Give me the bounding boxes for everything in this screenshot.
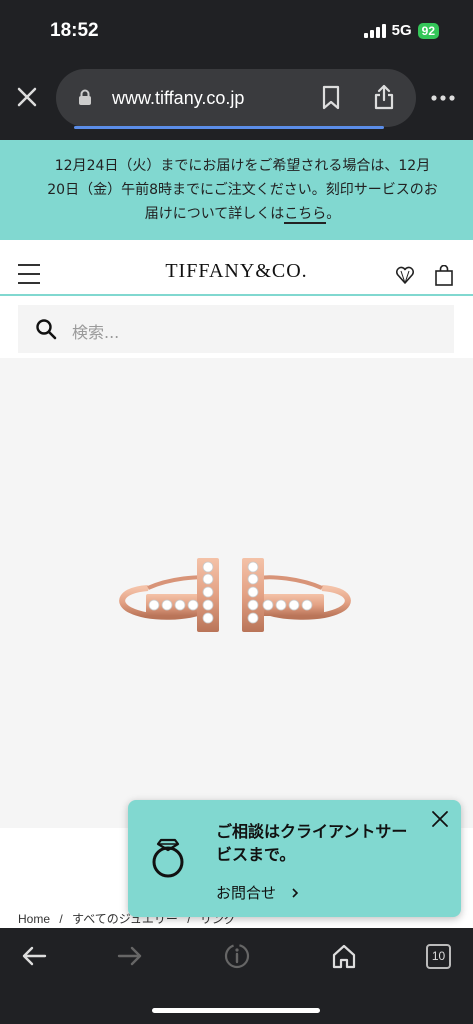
tabs-button[interactable]: 10 (426, 944, 451, 969)
status-indicators: 5G 92 (363, 22, 439, 39)
network-type: 5G (391, 22, 412, 39)
search-input[interactable]: 検索... (18, 305, 454, 353)
contact-link-label: お問合せ (216, 884, 277, 902)
browser-bottom-toolbar: 10 (0, 928, 473, 1024)
forward-icon[interactable] (116, 942, 144, 970)
browser-toolbar: www.tiffany.co.jp (0, 60, 473, 140)
address-bar[interactable]: www.tiffany.co.jp (56, 69, 416, 129)
product-image-area[interactable] (0, 358, 473, 828)
battery-level: 92 (417, 22, 439, 39)
client-service-popup: ご相談はクライアントサービスまで。 お問合せ (128, 800, 461, 917)
chevron-right-icon (292, 888, 298, 898)
signal-icon (363, 23, 386, 38)
load-progress-bar (74, 126, 384, 129)
breadcrumb-item[interactable]: Home (18, 912, 50, 926)
heart-icon[interactable] (395, 265, 415, 285)
notice-suffix: 。 (326, 206, 341, 222)
close-icon (17, 87, 37, 107)
search-section: 検索... (0, 296, 473, 358)
ring-icon (152, 838, 184, 878)
notice-text: 12月24日（火）までにお届けをご希望される場合は、12月20日（金）午前8時ま… (47, 158, 438, 222)
home-indicator (152, 1008, 320, 1013)
share-icon[interactable] (372, 83, 396, 111)
close-tab-button[interactable] (14, 84, 40, 110)
info-icon[interactable] (223, 942, 251, 970)
product-ring-image (119, 558, 351, 632)
search-icon (36, 319, 57, 340)
breadcrumb-separator: / (59, 912, 63, 926)
popup-title: ご相談はクライアントサービスまで。 (216, 822, 408, 864)
url-text: www.tiffany.co.jp (112, 88, 245, 108)
close-popup-icon[interactable] (429, 808, 451, 830)
status-time: 18:52 (50, 20, 99, 41)
search-placeholder: 検索... (72, 323, 120, 342)
contact-link[interactable]: お問合せ (216, 882, 301, 903)
home-icon[interactable] (330, 942, 358, 970)
bag-icon[interactable] (434, 265, 454, 286)
more-icon[interactable] (430, 94, 456, 102)
site-header: TIFFANY&CO. (0, 240, 473, 296)
notice-link[interactable]: こちら (284, 206, 327, 224)
lock-icon (79, 89, 91, 105)
status-bar: 18:52 5G 92 (0, 0, 473, 60)
bookmark-icon[interactable] (321, 85, 341, 111)
delivery-notice-banner: 12月24日（火）までにお届けをご希望される場合は、12月20日（金）午前8時ま… (0, 140, 473, 240)
back-icon[interactable] (20, 942, 48, 970)
